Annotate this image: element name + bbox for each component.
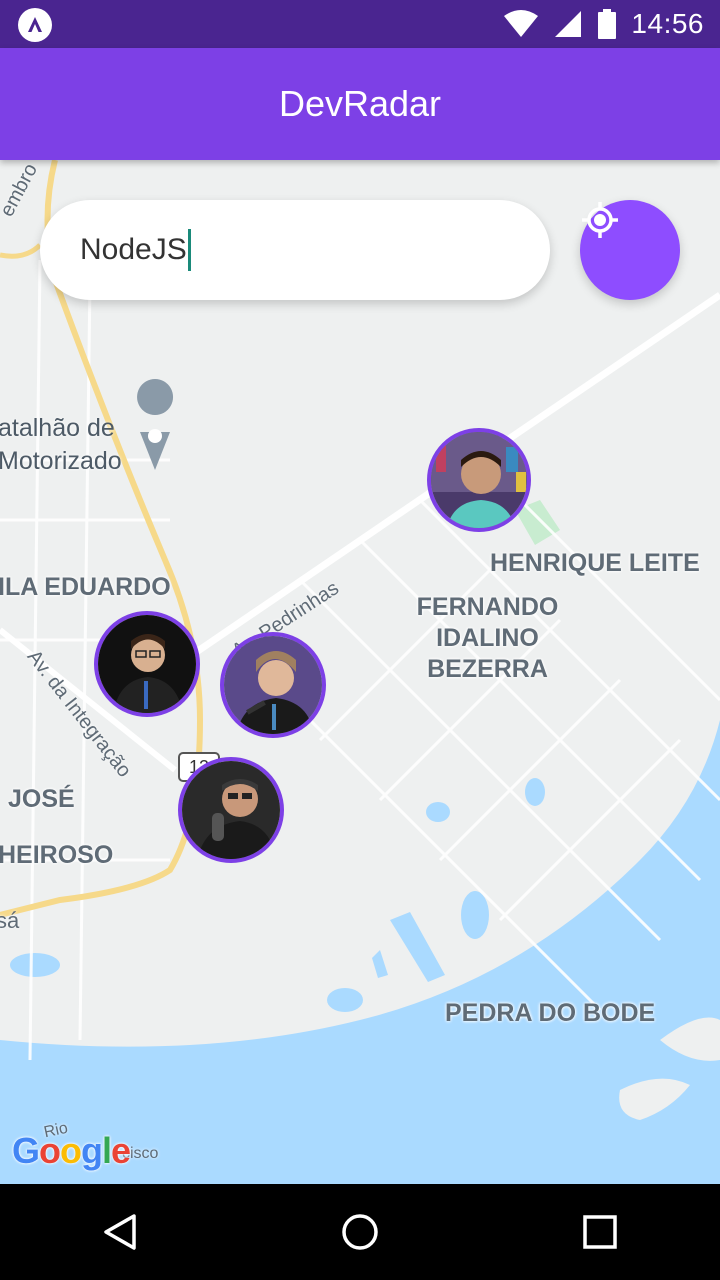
neighborhood-label-vila-eduardo: ILA EDUARDO	[0, 573, 171, 601]
tech-search-input[interactable]: NodeJS	[40, 200, 550, 300]
developer-marker-3[interactable]	[220, 632, 326, 738]
back-triangle-icon	[104, 1214, 136, 1250]
app-bar: DevRadar	[0, 48, 720, 160]
neighborhood-label-fernando-3: BEZERRA	[427, 655, 548, 683]
system-nav-bar	[0, 1184, 720, 1280]
app-title: DevRadar	[278, 83, 442, 124]
locate-button[interactable]	[580, 200, 680, 300]
neighborhood-label-fernando-1: FERNANDO	[416, 593, 559, 621]
developer-marker-4[interactable]	[178, 757, 284, 863]
recents-square-icon	[583, 1215, 617, 1249]
neighborhood-label-fernando-2: IDALINO	[436, 624, 539, 652]
text-caret	[187, 229, 191, 271]
developer-avatar-2	[98, 615, 196, 713]
map-label-batalhao-2: Motorizado	[0, 447, 122, 475]
map-label-batalhao-1: atalhão de	[0, 414, 115, 442]
status-time: 14:56	[631, 8, 704, 39]
my-location-icon	[582, 202, 618, 238]
neighborhood-label-heiroso: HEIROSO	[0, 841, 114, 869]
status-bar: 14:56	[0, 0, 720, 48]
neighborhood-label-henrique-leite: HENRIQUE LEITE	[490, 549, 700, 577]
developer-marker-2[interactable]	[94, 611, 200, 717]
home-circle-icon	[342, 1214, 378, 1250]
neighborhood-label-pedra-do-bode: PEDRA DO BODE	[445, 999, 656, 1027]
wifi-icon	[504, 10, 539, 37]
neighborhood-label-jose: JOSÉ	[8, 785, 75, 813]
status-indicators: 14:56	[503, 0, 704, 48]
nav-home-button[interactable]	[320, 1192, 400, 1272]
signal-icon	[555, 11, 582, 37]
nav-back-button[interactable]	[80, 1192, 160, 1272]
developer-marker-1[interactable]	[427, 428, 531, 532]
search-input-value: NodeJS	[80, 233, 187, 266]
battery-icon	[598, 9, 617, 39]
nav-recents-button[interactable]	[560, 1192, 640, 1272]
app-notification-icon	[18, 8, 52, 42]
developer-avatar-1	[431, 432, 527, 528]
google-logo: Google	[12, 1130, 131, 1171]
map-view[interactable]: atalhão de Motorizado embro HENRIQUE LEI…	[0, 160, 720, 1184]
road-label-sa: sá	[0, 908, 20, 933]
developer-avatar-4	[182, 761, 280, 859]
developer-avatar-3	[224, 636, 322, 734]
